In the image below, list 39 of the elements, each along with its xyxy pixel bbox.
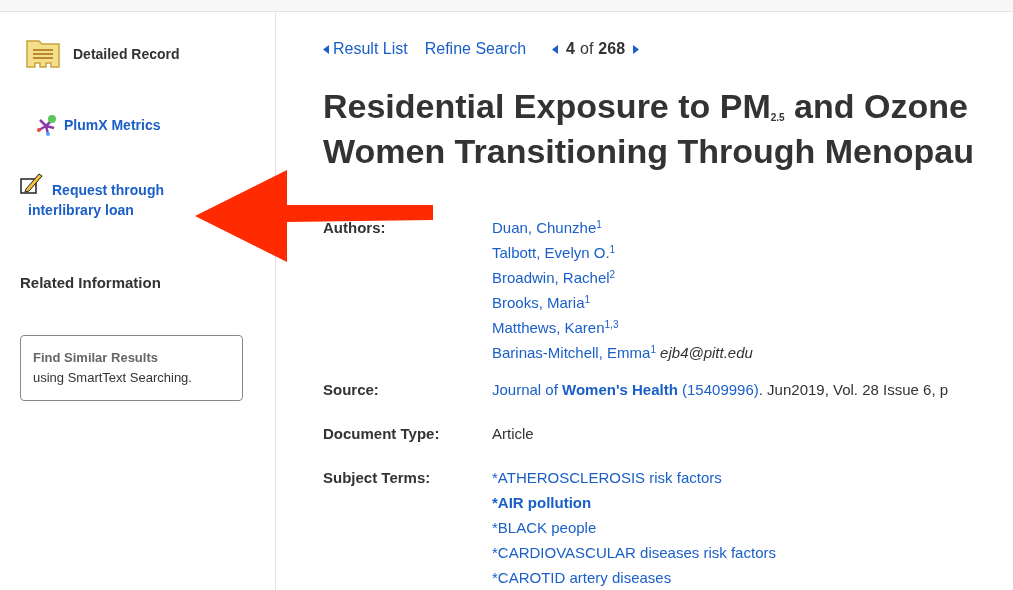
- title-line: Women Transitioning Through Menopau: [323, 131, 975, 172]
- author-link[interactable]: Brooks, Maria$^{1}$: [492, 294, 591, 311]
- author-link[interactable]: Barinas-Mitchell, Emma$^{1}$: [492, 344, 656, 361]
- source-text: Journal of Women's Health (15409996). Jun2019, Vol. 28 Issue 6, p: [492, 381, 949, 398]
- previous-record-icon[interactable]: [552, 44, 559, 54]
- subject-term-link[interactable]: *CARDIOVASCULAR diseases risk factors: [492, 544, 776, 561]
- folder-icon: [26, 40, 60, 68]
- record-of: of: [580, 39, 594, 59]
- author-link[interactable]: Matthews, Karen$^{1,3}$: [492, 319, 619, 336]
- field-label: Source:: [323, 380, 380, 400]
- field-label: Subject Terms:: [323, 468, 432, 488]
- box-title: Find Similar Results: [33, 348, 159, 367]
- field-label: Authors:: [323, 218, 387, 238]
- detailed-record-link[interactable]: Detailed Record: [73, 43, 180, 65]
- author-link[interactable]: Broadwin, Rachel$^{2}$: [492, 269, 616, 286]
- next-record-icon[interactable]: [633, 44, 640, 54]
- subject-term-link[interactable]: *AIR pollution: [492, 494, 592, 511]
- record-total: 268: [598, 39, 626, 59]
- plumx-link[interactable]: PlumX Metrics: [64, 114, 161, 136]
- journal-link[interactable]: Journal of Women's Health (15409996): [492, 381, 759, 398]
- field-value: Article: [492, 425, 534, 442]
- similar-results-box[interactable]: Find Similar Results using SmartText Searching.: [20, 334, 243, 401]
- refine-search-link[interactable]: Refine Search: [424, 37, 527, 61]
- subject-term-link[interactable]: *BLACK people: [492, 519, 597, 536]
- subject-term-link[interactable]: *CAROTID artery diseases: [492, 569, 672, 586]
- box-subtitle: using SmartText Searching.: [33, 368, 193, 387]
- author-email: ejb4@pitt.edu: [660, 344, 753, 361]
- author-link[interactable]: Duan, Chunzhe$^{1}$: [492, 219, 602, 236]
- section-heading: Related Information: [20, 273, 162, 293]
- subject-term-link[interactable]: *ATHEROSCLEROSIS risk factors: [492, 469, 722, 486]
- plumx-icon: [36, 114, 58, 136]
- pencil-note-icon: [20, 172, 44, 196]
- result-list-link[interactable]: Result List: [323, 37, 408, 61]
- record-position: 4: [566, 39, 575, 59]
- interlibrary-loan-link[interactable]: Request through interlibrary loan: [20, 180, 190, 220]
- field-label: Document Type:: [323, 424, 441, 444]
- title-line: Residential Exposure to PM$_{2.5}$ and Ozone: [323, 86, 969, 127]
- author-link[interactable]: Talbott, Evelyn O.$^{1}$: [492, 244, 616, 261]
- caret-icon: [323, 44, 329, 54]
